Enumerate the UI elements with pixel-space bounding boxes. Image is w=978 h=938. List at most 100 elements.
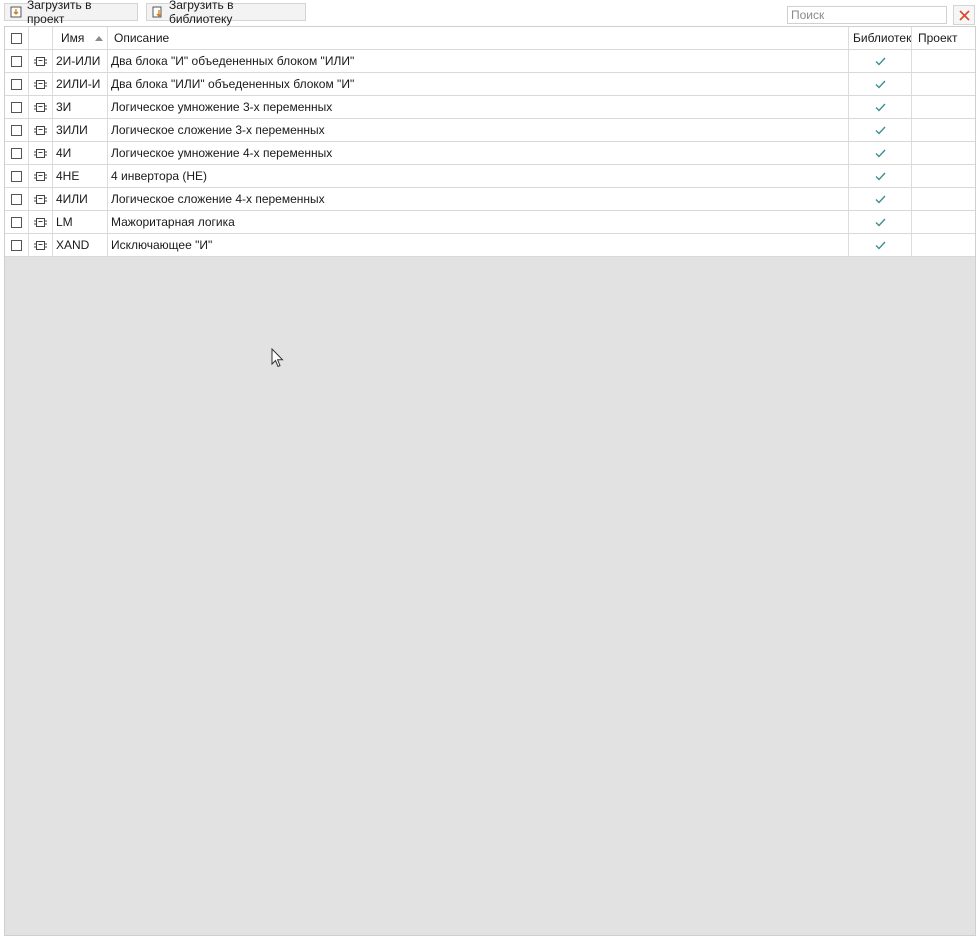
cell-name: 4НЕ [53,165,108,187]
cell-library [849,188,912,210]
clear-search-button[interactable] [953,5,975,25]
row-select-cell [5,211,29,233]
cell-project [912,119,975,141]
cell-description-text: Логическое умножение 3-х переменных [111,100,333,114]
row-select-cell [5,165,29,187]
table-row[interactable]: 3ИЛИ Логическое сложение 3-х переменных [5,119,975,142]
cell-name-text: 2И-ИЛИ [56,54,101,68]
cell-name-text: 4НЕ [56,169,80,183]
column-header-name-label: Имя [61,31,85,45]
chip-block-icon [34,148,47,158]
load-to-project-button[interactable]: Загрузить в проект [4,0,138,26]
close-icon [958,9,970,21]
cell-description: Логическое умножение 4-х переменных [108,142,849,164]
check-icon [875,195,886,204]
cell-name-text: 4И [56,146,72,160]
row-checkbox[interactable] [11,55,22,67]
cell-description: Логическое сложение 3-х переменных [108,119,849,141]
table-row[interactable]: 4ИЛИ Логическое сложение 4-х переменных [5,188,975,211]
cell-library [849,50,912,72]
chip-block-icon [34,171,47,181]
row-checkbox[interactable] [11,170,22,182]
row-select-cell [5,188,29,210]
cell-project [912,211,975,233]
chip-block-icon [34,125,47,135]
row-checkbox[interactable] [11,78,22,90]
blocks-table: Имя Описание Библиотека Проект 2И-ИЛИ Два… [4,26,976,936]
row-icon-cell [29,96,53,118]
row-select-cell [5,73,29,95]
table-row[interactable]: 3И Логическое умножение 3-х переменных [5,96,975,119]
column-header-project[interactable]: Проект [912,27,975,49]
row-select-cell [5,234,29,256]
row-select-cell [5,142,29,164]
cell-name: LM [53,211,108,233]
column-header-library-label: Библиотека [853,31,912,45]
table-row[interactable]: LM Мажоритарная логика [5,211,975,234]
cell-name: 3И [53,96,108,118]
row-checkbox[interactable] [11,193,22,205]
row-icon-cell [29,234,53,256]
check-icon [875,241,886,250]
cell-description: Исключающее "И" [108,234,849,256]
row-icon-cell [29,50,53,72]
cell-name: XAND [53,234,108,256]
cell-description: Логическое умножение 3-х переменных [108,96,849,118]
row-checkbox[interactable] [11,124,22,136]
cell-description-text: Логическое умножение 4-х переменных [111,146,333,160]
cell-description-text: 4 инвертора (НЕ) [111,169,208,183]
cell-name: 4И [53,142,108,164]
cell-project [912,142,975,164]
select-all-checkbox[interactable] [11,32,22,44]
sort-ascending-icon [95,35,103,41]
load-to-project-label: Загрузить в проект [26,0,92,26]
row-icon-cell [29,142,53,164]
column-header-project-label: Проект [918,31,958,45]
cell-name-text: 2ИЛИ-И [56,77,101,91]
cell-name: 2ИЛИ-И [53,73,108,95]
cell-name-text: 3ИЛИ [56,123,88,137]
row-select-cell [5,96,29,118]
row-checkbox[interactable] [11,239,22,251]
column-header-name[interactable]: Имя [53,27,108,49]
row-icon-cell [29,165,53,187]
table-row[interactable]: 2ИЛИ-И Два блока "ИЛИ" объедененных блоко… [5,73,975,96]
check-icon [875,218,886,227]
row-checkbox[interactable] [11,147,22,159]
cell-project [912,50,975,72]
chip-block-icon [34,217,47,227]
cell-description-text: Мажоритарная логика [111,215,235,229]
column-header-library[interactable]: Библиотека [849,27,912,49]
table-row[interactable]: 4НЕ 4 инвертора (НЕ) [5,165,975,188]
cell-name-text: 3И [56,100,72,114]
table-row[interactable]: XAND Исключающее "И" [5,234,975,257]
cell-description: Логическое сложение 4-х переменных [108,188,849,210]
cell-name: 3ИЛИ [53,119,108,141]
cell-description: Два блока "ИЛИ" объедененных блоком "И" [108,73,849,95]
check-icon [875,80,886,89]
cell-description: Мажоритарная логика [108,211,849,233]
download-to-project-icon [10,6,22,18]
row-checkbox[interactable] [11,216,22,228]
chip-block-icon [34,79,47,89]
check-icon [875,126,886,135]
table-row[interactable]: 4И Логическое умножение 4-х переменных [5,142,975,165]
column-header-description-label: Описание [114,31,170,45]
table-row[interactable]: 2И-ИЛИ Два блока "И" объедененных блоком … [5,50,975,73]
load-to-library-button[interactable]: Загрузить в библиотеку [146,0,306,26]
row-select-cell [5,50,29,72]
cell-name: 4ИЛИ [53,188,108,210]
check-icon [875,149,886,158]
icon-column-header [29,27,53,49]
row-icon-cell [29,188,53,210]
download-to-library-icon [152,6,162,18]
table-header: Имя Описание Библиотека Проект [5,27,975,50]
cell-description: 4 инвертора (НЕ) [108,165,849,187]
table-rows: Имя Описание Библиотека Проект 2И-ИЛИ Два… [5,27,975,257]
search-input[interactable] [787,6,947,24]
chip-block-icon [34,240,47,250]
chip-block-icon [34,56,47,66]
row-checkbox[interactable] [11,101,22,113]
column-header-description[interactable]: Описание [108,27,849,49]
cell-description-text: Логическое сложение 3-х переменных [111,123,325,137]
